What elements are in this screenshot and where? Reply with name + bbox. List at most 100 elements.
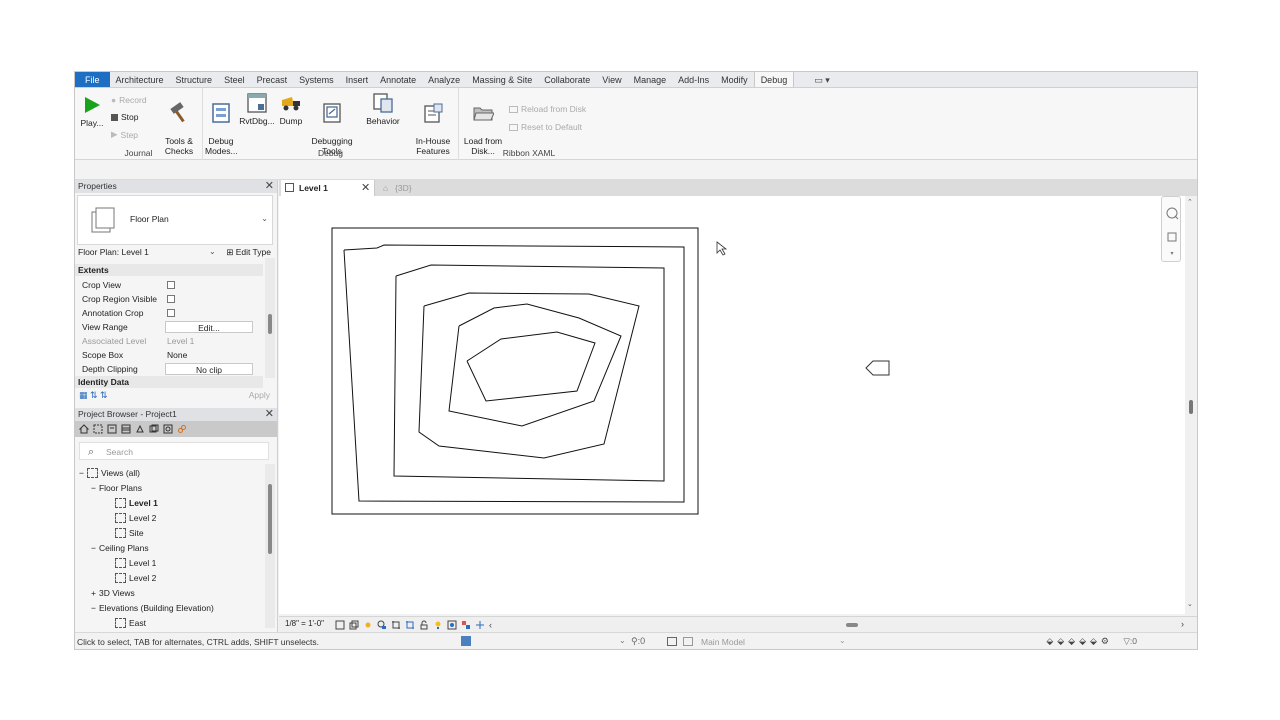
tab-manage[interactable]: Manage: [628, 72, 673, 87]
tree-elevations[interactable]: − Elevations (Building Elevation): [91, 601, 214, 615]
browser-scrollbar[interactable]: [265, 464, 275, 628]
tree-floor-plan-level-2[interactable]: Level 2: [115, 511, 156, 525]
worksharing-display-icon[interactable]: [461, 620, 471, 630]
chevron-down-icon[interactable]: ⌄: [209, 247, 216, 256]
reload-from-disk-button[interactable]: Reload from Disk: [509, 104, 586, 114]
crop-region[interactable]: [331, 227, 699, 515]
debugging-tools-button[interactable]: Debugging Tools: [307, 92, 357, 156]
tab-debug[interactable]: Debug: [753, 72, 795, 87]
group-icon[interactable]: [149, 424, 159, 434]
chain-link-icon[interactable]: [177, 424, 187, 434]
inhouse-features-button[interactable]: In-House Features: [411, 92, 455, 156]
tab-level-1[interactable]: Level 1 ✕: [281, 180, 375, 196]
extents-section[interactable]: Extents: [75, 264, 263, 276]
tools-checks-button[interactable]: Tools & Checks: [159, 92, 199, 156]
debug-modes-button[interactable]: Debug Modes...: [205, 92, 238, 156]
view-icon[interactable]: [93, 424, 103, 434]
ribbon-minimize-icon[interactable]: ▭ ▾: [808, 72, 836, 87]
scroll-down-icon[interactable]: ⌄: [1187, 600, 1193, 608]
type-selector[interactable]: Floor Plan ⌄: [77, 195, 273, 245]
reveal-hidden-icon[interactable]: [447, 620, 457, 630]
main-model-select[interactable]: Main Model: [701, 637, 745, 647]
chevron-right-icon[interactable]: ›: [1181, 619, 1184, 629]
editable-only-icon[interactable]: [667, 637, 677, 646]
view-scale[interactable]: 1/8" = 1'-0": [285, 619, 324, 628]
temporary-hide-icon[interactable]: [433, 620, 443, 630]
tab-view[interactable]: View: [596, 72, 627, 87]
filter-icon[interactable]: ▽:0: [1123, 636, 1137, 647]
family-icon[interactable]: [135, 424, 145, 434]
property-button[interactable]: No clip: [165, 363, 253, 375]
edit-type-button[interactable]: ⊞ Edit Type: [226, 247, 271, 258]
navigation-bar[interactable]: ▾: [1161, 196, 1181, 262]
stop-button[interactable]: Stop: [111, 112, 139, 122]
tab-file[interactable]: File: [75, 72, 110, 87]
tab-massing-site[interactable]: Massing & Site: [466, 72, 538, 87]
sort-icons[interactable]: ▦ ⇅ ⇅: [79, 390, 108, 401]
scroll-thumb[interactable]: [846, 623, 858, 627]
behavior-button[interactable]: Behavior: [363, 92, 403, 126]
crop-region-icon[interactable]: [405, 620, 415, 630]
tab-systems[interactable]: Systems: [293, 72, 340, 87]
tree-ceiling-plans[interactable]: − Ceiling Plans: [91, 541, 149, 555]
tab-annotate[interactable]: Annotate: [374, 72, 422, 87]
tab-steel[interactable]: Steel: [218, 72, 251, 87]
detail-level-icon[interactable]: [335, 620, 345, 630]
close-icon[interactable]: ✕: [361, 180, 370, 196]
scroll-thumb[interactable]: [1189, 400, 1193, 414]
collapse-icon[interactable]: −: [91, 481, 96, 495]
shadows-icon[interactable]: [377, 620, 387, 630]
tree-floor-plan-site[interactable]: Site: [115, 526, 144, 540]
tab-3d[interactable]: ⌂ {3D}: [379, 180, 439, 196]
instance-filter[interactable]: Floor Plan: Level 1: [78, 247, 149, 257]
chevron-down-icon[interactable]: ⌄: [619, 636, 626, 645]
load-from-disk-button[interactable]: Load from Disk...: [461, 92, 505, 156]
scroll-up-icon[interactable]: ⌃: [1187, 198, 1193, 206]
tree-elevation-east[interactable]: East: [115, 616, 146, 630]
tab-structure[interactable]: Structure: [170, 72, 219, 87]
collapse-icon[interactable]: −: [91, 541, 96, 555]
record-button[interactable]: ● Record: [111, 95, 147, 105]
dump-button[interactable]: Dump: [277, 92, 305, 126]
identity-data-section[interactable]: Identity Data: [75, 376, 263, 388]
tab-add-ins[interactable]: Add-Ins: [672, 72, 715, 87]
expand-icon[interactable]: +: [91, 586, 96, 600]
tab-collaborate[interactable]: Collaborate: [538, 72, 596, 87]
property-value[interactable]: None: [165, 349, 253, 361]
tree-ceiling-level-2[interactable]: Level 2: [115, 571, 156, 585]
close-icon[interactable]: ✕: [265, 180, 274, 193]
contour-2[interactable]: [393, 264, 665, 482]
chevron-down-icon[interactable]: ⌄: [839, 636, 846, 645]
tree-ceiling-level-1[interactable]: Level 1: [115, 556, 156, 570]
tab-precast[interactable]: Precast: [251, 72, 294, 87]
contour-inner[interactable]: [466, 331, 596, 402]
scroll-thumb[interactable]: [268, 484, 272, 554]
tree-3d-views[interactable]: +3D Views: [91, 586, 135, 600]
property-checkbox[interactable]: [167, 309, 175, 317]
home-icon[interactable]: [79, 424, 89, 434]
property-checkbox[interactable]: [167, 281, 175, 289]
tab-modify[interactable]: Modify: [715, 72, 754, 87]
tab-architecture[interactable]: Architecture: [110, 72, 170, 87]
tree-floor-plans[interactable]: − Floor Plans: [91, 481, 142, 495]
close-icon[interactable]: ✕: [265, 408, 274, 421]
property-checkbox[interactable]: [167, 295, 175, 303]
chevron-left-icon[interactable]: ‹: [489, 620, 492, 630]
browser-search-input[interactable]: ⌕ Search: [79, 442, 269, 460]
step-button[interactable]: ▶ Step: [111, 129, 138, 140]
drawing-canvas[interactable]: [279, 196, 1185, 614]
collapse-icon[interactable]: −: [91, 601, 96, 615]
crop-view-icon[interactable]: [391, 620, 401, 630]
contour-3[interactable]: [418, 292, 640, 459]
selection-icons[interactable]: ⬙⬙⬙⬙⬙⚙: [1046, 636, 1113, 647]
tree-views-all[interactable]: − Views (all): [79, 466, 140, 480]
scroll-thumb[interactable]: [268, 314, 272, 334]
analytical-model-icon[interactable]: [475, 620, 485, 630]
worksets-icon[interactable]: [461, 636, 471, 646]
tab-insert[interactable]: Insert: [340, 72, 375, 87]
elevation-marker-icon[interactable]: [865, 360, 890, 376]
unlocked-3d-icon[interactable]: [419, 620, 429, 630]
tree-floor-plan-level-1[interactable]: Level 1: [115, 496, 158, 510]
rvtdbg-button[interactable]: RvtDbg...: [239, 92, 275, 126]
canvas-horizontal-scrollbar[interactable]: ›: [534, 619, 1184, 630]
